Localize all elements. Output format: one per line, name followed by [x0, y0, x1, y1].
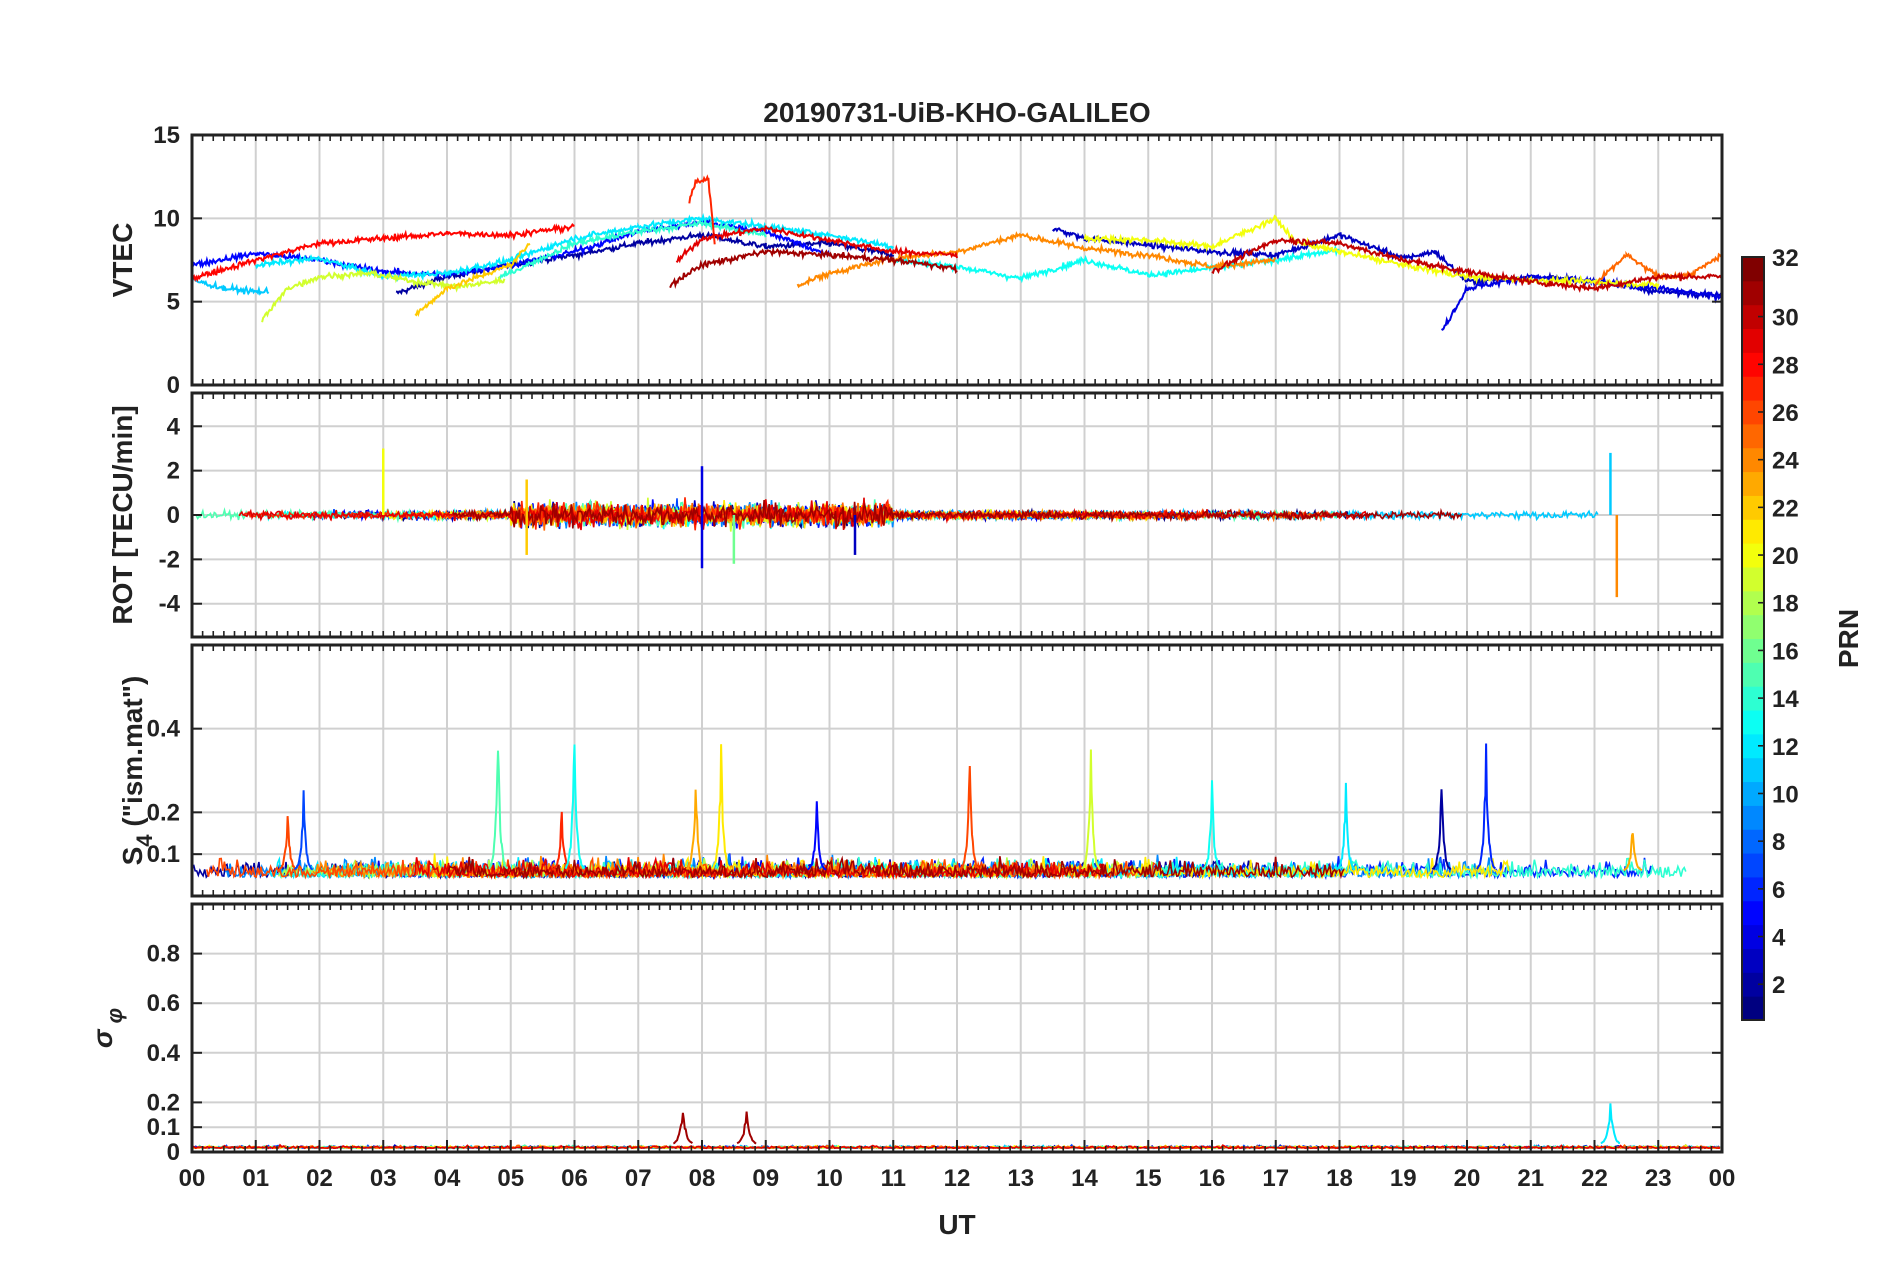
- x-tick-label: 18: [1326, 1165, 1353, 1192]
- colorbar-label: PRN: [1833, 609, 1864, 668]
- y-tick-label: 0.2: [147, 1089, 180, 1116]
- y-tick-label: -4: [159, 591, 181, 618]
- x-tick-label: 13: [1007, 1165, 1034, 1192]
- panel-ROT: -4 -2 0 2 4 ROT [TECU/min]: [107, 391, 1724, 639]
- x-tick-label: 12: [944, 1165, 971, 1192]
- y-tick-label: 15: [153, 122, 180, 149]
- colorbar-tick-label: 28: [1772, 352, 1799, 379]
- x-tick-label: 23: [1645, 1165, 1672, 1192]
- x-tick-label: 01: [242, 1165, 269, 1192]
- y-tick-label: 0: [167, 502, 180, 529]
- x-tick-label: 02: [306, 1165, 333, 1192]
- colorbar-bin: [1742, 662, 1764, 687]
- galileo-scintillation-figure: 20190731-UiB-KHO-GALILEO 051015VTEC-4-20…: [87, 97, 1864, 1240]
- y-tick-label: 0: [167, 372, 180, 399]
- y-axis-label: S4 ("ism.mat"): [117, 676, 157, 866]
- y-tick-label: 0.6: [147, 990, 180, 1017]
- colorbar-tick-label: 32: [1772, 245, 1799, 272]
- y-tick-label: 0: [167, 1139, 180, 1166]
- colorbar-tick-label: 24: [1772, 448, 1799, 475]
- colorbar-bin: [1742, 566, 1764, 592]
- colorbar-bin: [1742, 853, 1764, 878]
- colorbar-bin: [1742, 257, 1764, 282]
- x-tick-label: 21: [1517, 1165, 1544, 1192]
- colorbar-bin: [1742, 519, 1764, 544]
- x-tick-label: 04: [434, 1165, 461, 1192]
- colorbar-bin: [1742, 614, 1764, 639]
- x-tick-label: 17: [1262, 1165, 1289, 1192]
- colorbar-tick-label: 16: [1772, 638, 1799, 665]
- colorbar-tick-label: 26: [1772, 400, 1799, 427]
- colorbar-bin: [1742, 328, 1764, 353]
- panel-S4: 0.10.20.4S4 ("ism.mat"): [117, 643, 1724, 898]
- panel-sigma_phi: 00.10.2 0.4 0.6 0.8 σ φ: [87, 902, 1724, 1166]
- panel-VTEC: 0 5 10 15 VTEC: [107, 122, 1724, 399]
- y-axis-label: VTEC: [107, 223, 138, 298]
- y-tick-label: 10: [153, 205, 180, 232]
- colorbar-tick-label: 10: [1772, 781, 1799, 808]
- y-axis-label: σ φ: [87, 1008, 127, 1048]
- colorbar-bin: [1742, 996, 1764, 1021]
- y-axis-label: ROT [TECU/min]: [107, 405, 138, 624]
- x-tick-label: 16: [1199, 1165, 1226, 1192]
- y-tick-label: 2: [167, 458, 180, 485]
- x-tick-label: 00: [1709, 1165, 1736, 1192]
- colorbar-tick-label: 18: [1772, 591, 1799, 618]
- x-tick-label: 00: [179, 1165, 206, 1192]
- x-tick-label: 08: [689, 1165, 716, 1192]
- colorbar-tick-label: 22: [1772, 495, 1799, 522]
- x-tick-label: 20: [1454, 1165, 1481, 1192]
- x-axis-label: UT: [938, 1209, 975, 1240]
- x-tick-label: 19: [1390, 1165, 1417, 1192]
- panels-group: 051015VTEC-4-2024ROT [TECU/min]0.10.20.4…: [87, 122, 1735, 1192]
- colorbar-bin: [1742, 376, 1764, 401]
- x-tick-label: 05: [497, 1165, 524, 1192]
- y-tick-label: 0.8: [147, 941, 180, 968]
- y-tick-label: 0.4: [147, 1040, 181, 1067]
- colorbar-bin: [1742, 423, 1764, 449]
- y-tick-label: 0.4: [147, 716, 181, 743]
- y-tick-label: 4: [167, 413, 181, 440]
- x-tick-label: 14: [1071, 1165, 1098, 1192]
- y-tick-label: 0.2: [147, 799, 180, 826]
- x-tick-label: 10: [816, 1165, 843, 1192]
- colorbar-bin: [1742, 710, 1764, 735]
- colorbar-tick-label: 8: [1772, 829, 1785, 856]
- colorbar-tick-label: 4: [1772, 925, 1786, 952]
- prn-colorbar: 2468101214161820222426283032PRN: [1741, 245, 1864, 1021]
- x-tick-label: 09: [752, 1165, 779, 1192]
- x-tick-label: 11: [881, 1165, 906, 1192]
- figure-title: 20190731-UiB-KHO-GALILEO: [763, 97, 1150, 128]
- colorbar-tick-label: 12: [1772, 734, 1799, 761]
- colorbar-bin: [1742, 757, 1764, 783]
- colorbar-tick-label: 6: [1772, 877, 1785, 904]
- colorbar-tick-label: 30: [1772, 305, 1799, 332]
- colorbar-bin: [1742, 900, 1764, 926]
- x-tick-label: 07: [625, 1165, 652, 1192]
- y-tick-label: -2: [159, 546, 180, 573]
- colorbar-tick-label: 2: [1772, 972, 1785, 999]
- x-tick-label: 15: [1135, 1165, 1162, 1192]
- colorbar-bin: [1742, 280, 1764, 306]
- y-tick-label: 5: [167, 289, 180, 316]
- colorbar-tick-label: 20: [1772, 543, 1799, 570]
- x-tick-label: 06: [561, 1165, 588, 1192]
- y-tick-label: 0.1: [147, 1114, 180, 1141]
- colorbar-bin: [1742, 471, 1764, 496]
- colorbar-bin: [1742, 948, 1764, 973]
- x-tick-label: 22: [1581, 1165, 1608, 1192]
- x-tick-label: 03: [370, 1165, 397, 1192]
- colorbar-tick-label: 14: [1772, 686, 1799, 713]
- colorbar-bin: [1742, 805, 1764, 830]
